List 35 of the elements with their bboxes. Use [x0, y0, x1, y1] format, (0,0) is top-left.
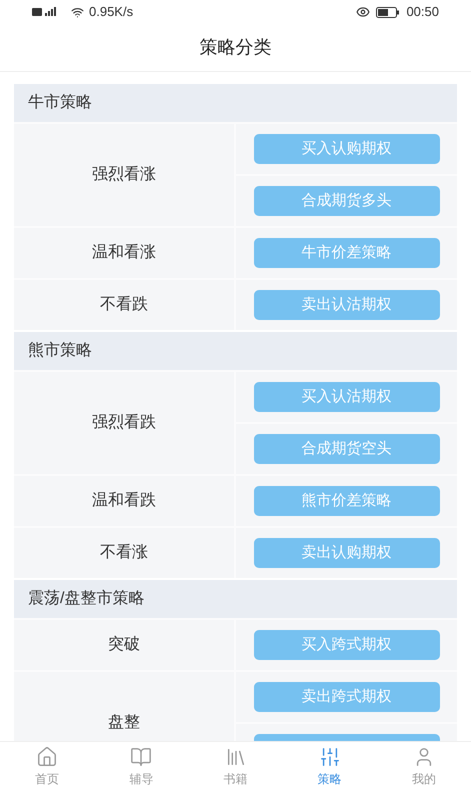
page-title: 策略分类 — [200, 36, 272, 59]
strategy-button[interactable]: 卖出认购期权 — [254, 538, 440, 568]
sentiment-label: 强烈看涨 — [92, 164, 156, 185]
network-speed: 0.95K/s — [89, 3, 134, 22]
sliders-icon — [318, 746, 341, 768]
sentiment-label: 强烈看跌 — [92, 412, 156, 433]
wifi-icon — [71, 6, 84, 18]
eye-icon — [356, 5, 370, 19]
sentiment-label: 温和看涨 — [92, 242, 156, 263]
sentiment-label: 温和看跌 — [92, 490, 156, 511]
battery-icon — [376, 6, 400, 18]
nav-tab[interactable]: 辅导 — [94, 742, 188, 791]
clock: 00:50 — [406, 3, 439, 22]
strategy-button[interactable]: 熊市价差策略 — [254, 486, 440, 516]
nav-tab[interactable]: 书籍 — [188, 742, 283, 791]
sentiment-label: 不看跌 — [100, 294, 148, 315]
home-icon — [36, 746, 58, 768]
strategy-button[interactable]: 卖出认沽期权 — [254, 290, 440, 320]
section-header: 熊市策略 — [14, 332, 457, 370]
book-icon — [130, 746, 152, 768]
sentiment-label: 不看涨 — [100, 542, 148, 563]
strategy-button[interactable]: 卖出跨式期权 — [254, 682, 440, 712]
nav-tab[interactable]: 我的 — [376, 742, 471, 791]
strategy-button[interactable]: 买入跨式期权 — [254, 630, 440, 660]
section-header: 牛市策略 — [14, 84, 457, 122]
strategy-button[interactable]: 牛市价差策略 — [254, 238, 440, 268]
section-header: 震荡/盘整市策略 — [14, 580, 457, 618]
nav-tab[interactable]: 策略 — [282, 742, 377, 791]
sentiment-label: 盘整 — [108, 713, 140, 733]
strategy-button[interactable]: 买入认沽期权 — [254, 382, 440, 412]
strategy-button[interactable]: 买入认购期权 — [254, 134, 440, 164]
nav-tab[interactable]: 首页 — [0, 742, 94, 791]
sentiment-label: 突破 — [108, 634, 140, 655]
strategy-button[interactable]: 合成期货空头 — [254, 434, 440, 464]
strategy-button[interactable]: 合成期货多头 — [254, 186, 440, 216]
